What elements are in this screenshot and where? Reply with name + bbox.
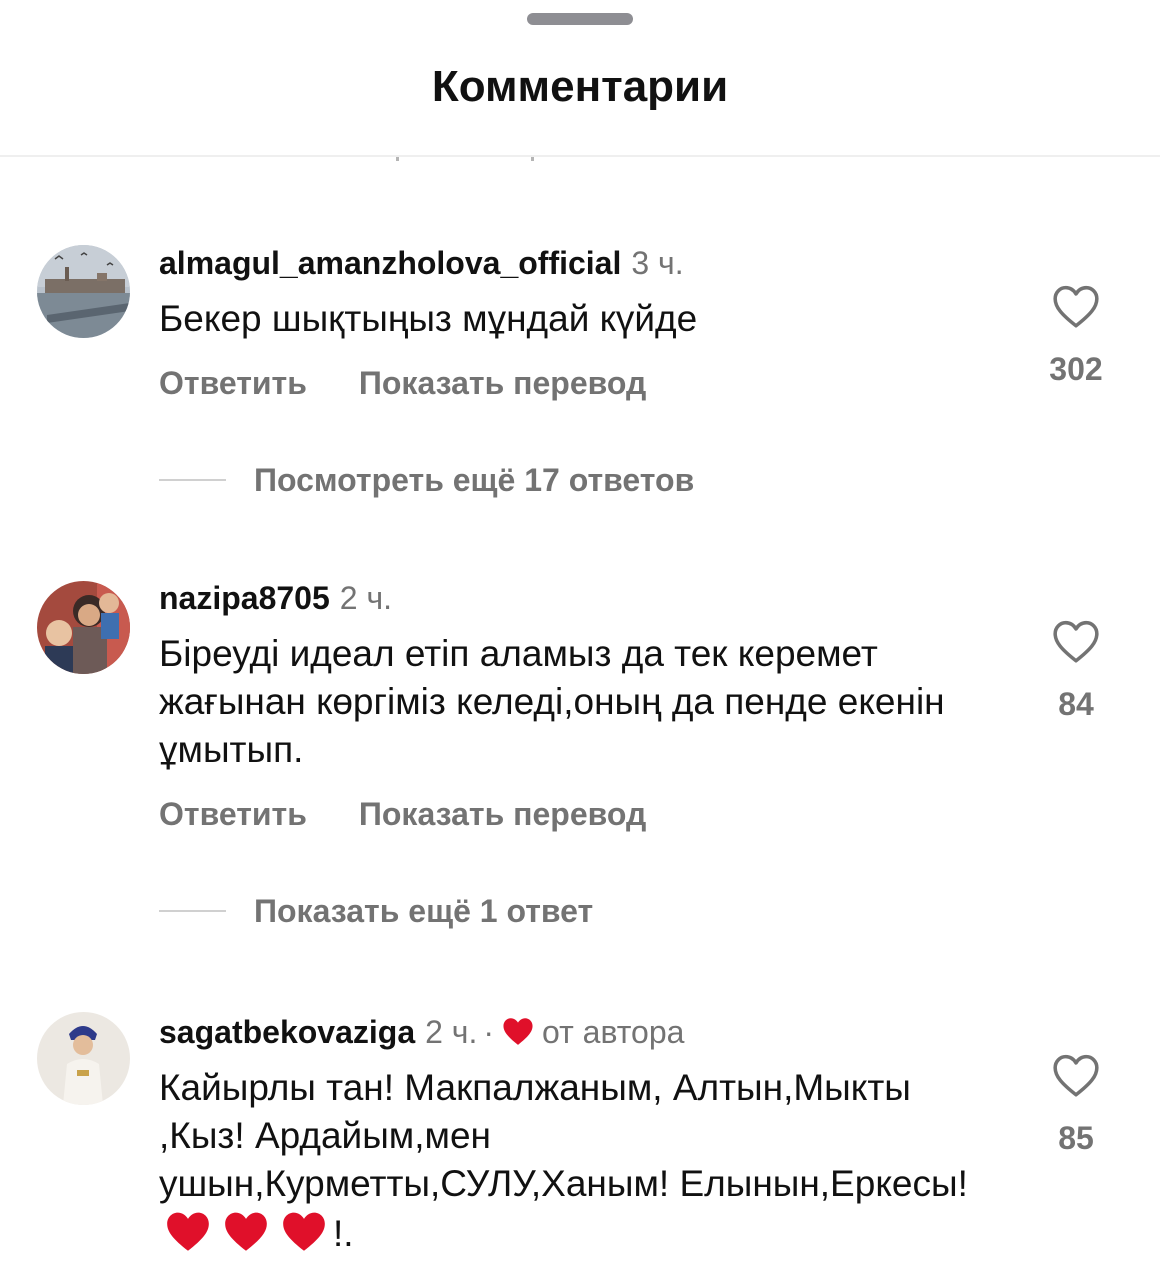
comment-meta: nazipa8705 2 ч. [159, 578, 989, 618]
liked-by-author-label: от автора [542, 1014, 685, 1050]
like-button[interactable]: 302 [1030, 283, 1122, 389]
username[interactable]: nazipa8705 [159, 580, 330, 616]
avatar[interactable] [37, 581, 130, 674]
comment-meta: almagul_amanzholova_official 3 ч. [159, 243, 989, 283]
heart-outline-icon [1053, 285, 1099, 328]
header-divider [0, 155, 1160, 157]
comment-text: Біреуді идеал етіп аламыз да тек керемет… [159, 633, 945, 770]
comment-actions: Ответить Показать перевод [159, 363, 989, 403]
view-replies-button[interactable]: Посмотреть ещё 17 ответов [159, 460, 694, 500]
timestamp: 2 ч. [339, 580, 393, 616]
comment-body: almagul_amanzholova_official 3 ч. Бекер ш… [159, 243, 989, 403]
username[interactable]: sagatbekovaziga [159, 1014, 415, 1050]
avatar[interactable] [37, 1012, 130, 1105]
clipped-text-fragment [396, 157, 399, 161]
avatar[interactable] [37, 245, 130, 338]
avatar-photo-city [37, 245, 130, 338]
comments-sheet: Комментарии almagul_amanzholova_official… [0, 0, 1160, 1280]
heart-outline-icon [1053, 620, 1099, 663]
show-translation-button[interactable]: Показать перевод [359, 365, 646, 401]
red-heart-emoji-icon [283, 1212, 325, 1251]
red-heart-emoji-icon [225, 1212, 267, 1251]
comment-actions: Ответить Показать перевод [159, 794, 989, 834]
red-heart-emoji-icon [167, 1212, 209, 1251]
sheet-grabber[interactable] [527, 13, 633, 25]
show-translation-button[interactable]: Показать перевод [359, 796, 646, 832]
like-count: 84 [1058, 686, 1094, 722]
comment-text: Бекер шықтыңыз мұндай күйде [159, 298, 698, 339]
comment-body: sagatbekovaziga 2 ч. · от автора Кайырлы та… [159, 1012, 989, 1258]
like-count: 302 [1049, 351, 1103, 387]
view-replies-button[interactable]: Показать ещё 1 ответ [159, 891, 593, 931]
reply-button[interactable]: Ответить [159, 365, 307, 401]
reply-button[interactable]: Ответить [159, 796, 307, 832]
like-button[interactable]: 85 [1030, 1052, 1122, 1158]
heart-filled-icon [503, 1018, 533, 1045]
replies-divider-line [159, 479, 226, 481]
avatar-photo-woman [37, 1012, 130, 1105]
replies-divider-line [159, 910, 226, 912]
heart-outline-icon [1053, 1054, 1099, 1097]
view-replies-label: Показать ещё 1 ответ [254, 892, 594, 929]
avatar-photo-family [37, 581, 130, 674]
clipped-text-fragment [531, 157, 534, 161]
timestamp: 2 ч. [425, 1014, 478, 1050]
comment-text-body: Кайырлы тан! Макпалжаным, Алтын,Мыкты ,К… [159, 1067, 968, 1204]
like-button[interactable]: 84 [1030, 618, 1122, 724]
timestamp: 3 ч. [631, 245, 684, 281]
comment-body: nazipa8705 2 ч. Біреуді идеал етіп аламыз… [159, 578, 989, 834]
meta-separator: · [483, 1014, 495, 1050]
username[interactable]: almagul_amanzholova_official [159, 245, 621, 281]
comment-meta: sagatbekovaziga 2 ч. · от автора [159, 1012, 989, 1052]
page-title: Комментарии [431, 62, 729, 111]
view-replies-label: Посмотреть ещё 17 ответов [254, 461, 695, 498]
comment-text: Кайырлы тан! Макпалжаным, Алтын,Мыкты ,К… [159, 1064, 989, 1258]
like-count: 85 [1058, 1120, 1094, 1156]
comment-text-suffix: !. [333, 1213, 354, 1254]
